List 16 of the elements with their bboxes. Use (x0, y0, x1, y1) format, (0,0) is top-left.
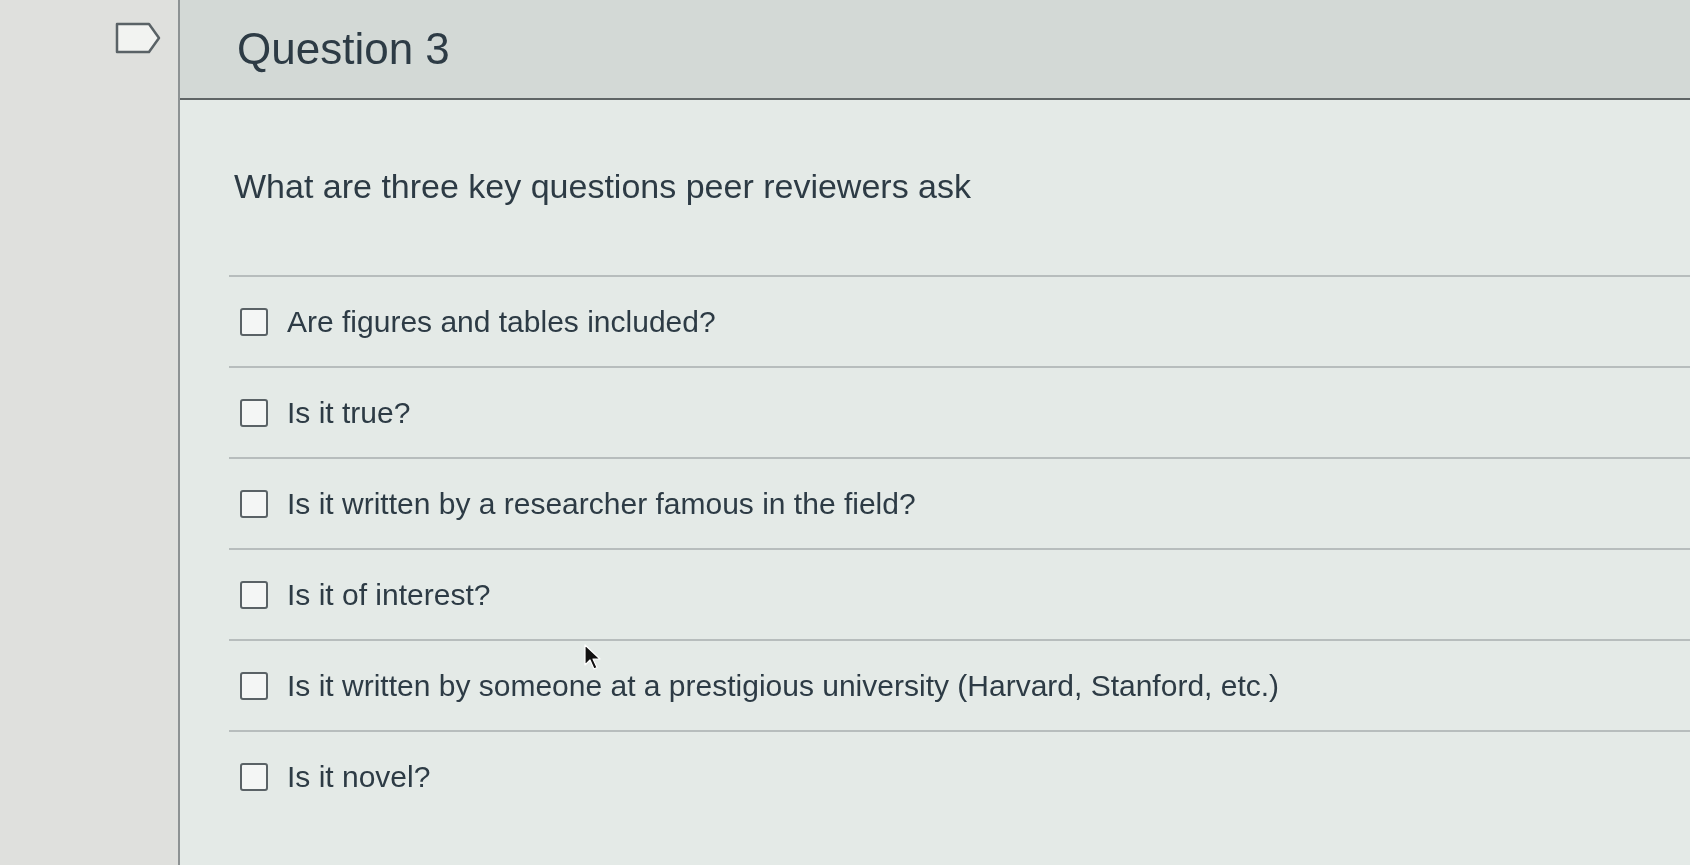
mouse-pointer-icon (584, 644, 602, 670)
question-title: Question 3 (237, 27, 450, 71)
tag-icon[interactable] (115, 22, 161, 54)
checkbox[interactable] (240, 398, 268, 427)
checkbox[interactable] (240, 489, 268, 518)
checkbox[interactable] (240, 580, 268, 609)
answer-option[interactable]: Is it true? (287, 394, 411, 431)
answer-option[interactable]: Is it written by someone at a prestigious university (Harvard, Stanford, etc.) (287, 667, 1280, 704)
checkbox[interactable] (240, 671, 268, 700)
answer-option[interactable]: Is it novel? (287, 758, 431, 795)
answer-option[interactable]: Are figures and tables included? (287, 303, 716, 340)
checkbox[interactable] (240, 762, 268, 791)
answer-option[interactable]: Is it of interest? (287, 576, 491, 613)
checkbox[interactable] (240, 307, 268, 336)
answer-option[interactable]: Is it written by a researcher famous in the field? (287, 485, 916, 522)
question-prompt: What are three key questions peer reviewers ask (234, 165, 971, 206)
